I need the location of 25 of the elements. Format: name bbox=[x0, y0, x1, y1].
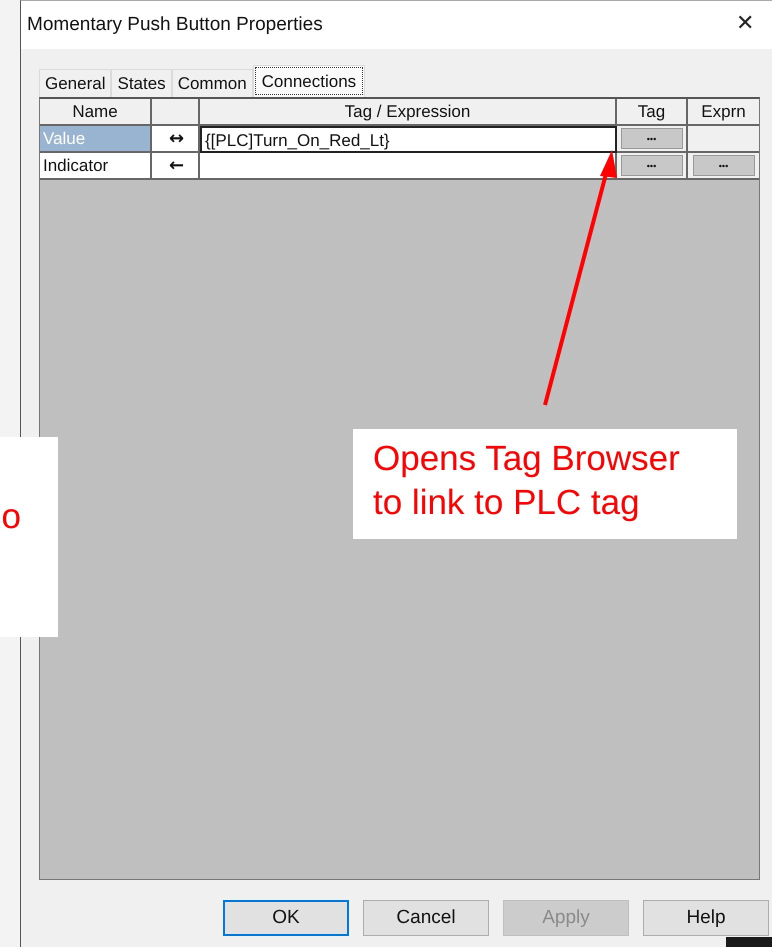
tab[interactable]: States bbox=[111, 69, 172, 97]
column-header: Tag / Expression bbox=[200, 99, 617, 126]
tab[interactable]: Common bbox=[172, 69, 253, 97]
tab[interactable]: Connections bbox=[252, 65, 366, 97]
dialog-button[interactable]: Help bbox=[643, 900, 769, 936]
corner-block bbox=[726, 937, 772, 947]
browse-button[interactable]: ••• bbox=[620, 155, 682, 176]
tab[interactable]: General bbox=[39, 69, 112, 97]
column-header: Tag bbox=[617, 99, 688, 126]
dialog-button[interactable]: Cancel bbox=[363, 900, 489, 936]
column-header: Exprn bbox=[688, 99, 759, 126]
column-header: Name bbox=[40, 99, 152, 126]
table-cell[interactable]: Indicator bbox=[40, 153, 152, 180]
browse-button[interactable]: ••• bbox=[692, 155, 754, 176]
close-button[interactable]: ✕ bbox=[736, 11, 754, 36]
dialog-button[interactable]: OK bbox=[223, 900, 349, 936]
browse-button[interactable]: ••• bbox=[620, 128, 682, 149]
callout-text: Opens Tag Browser to link to PLC tag bbox=[373, 439, 680, 522]
window-title: Momentary Push Button Properties bbox=[27, 14, 323, 36]
column-header bbox=[152, 99, 200, 126]
expression-field[interactable] bbox=[200, 153, 617, 180]
callout-text: o bbox=[2, 496, 21, 538]
expression-field[interactable]: {[PLC]Turn_On_Red_Lt} bbox=[200, 126, 617, 153]
table-cell: ↔ bbox=[152, 126, 200, 153]
table-cell: ← bbox=[152, 153, 200, 180]
